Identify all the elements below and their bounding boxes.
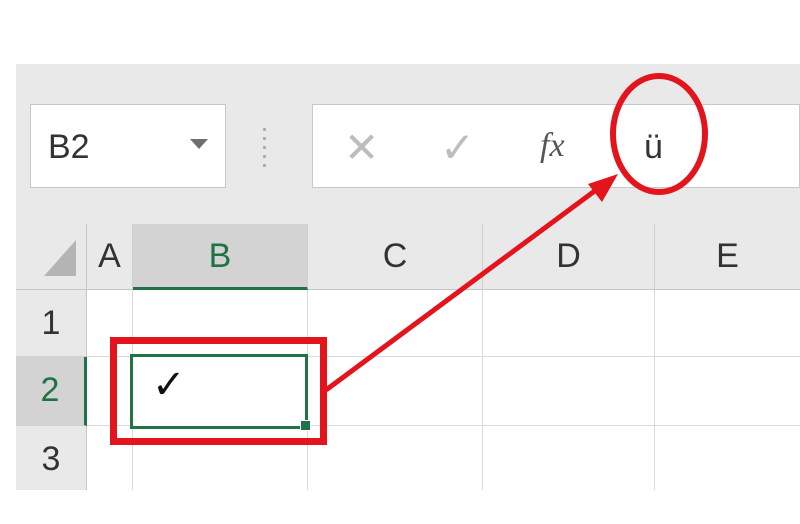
column-header-e[interactable]: E: [655, 224, 800, 290]
column-header-c[interactable]: C: [308, 224, 483, 290]
row-header-1[interactable]: 1: [16, 290, 87, 357]
gridline: [654, 290, 655, 490]
grip-handle[interactable]: [258, 128, 272, 168]
column-header-b[interactable]: B: [133, 224, 308, 290]
gridline: [482, 290, 483, 490]
highlight-box: [110, 337, 327, 445]
cancel-icon[interactable]: ✕: [344, 127, 379, 169]
name-box-value: B2: [48, 128, 90, 166]
select-all-triangle-icon: [44, 240, 76, 276]
insert-function-button[interactable]: fx: [540, 127, 565, 165]
chevron-down-icon[interactable]: [190, 139, 208, 149]
highlight-circle: [610, 73, 708, 195]
enter-icon[interactable]: ✓: [440, 127, 475, 169]
column-header-a[interactable]: A: [87, 224, 133, 290]
row-header-2[interactable]: 2: [16, 357, 87, 426]
row-header-3[interactable]: 3: [16, 426, 87, 490]
column-header-d[interactable]: D: [483, 224, 655, 290]
